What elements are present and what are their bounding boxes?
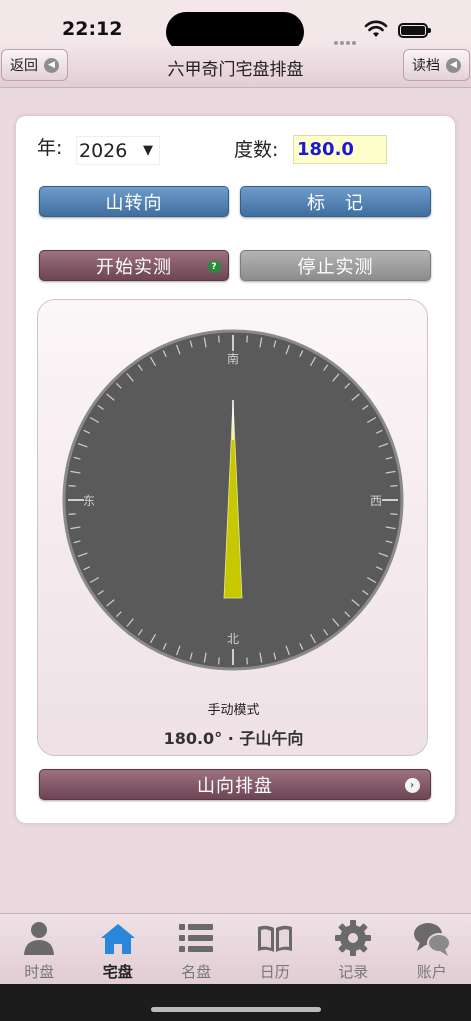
tab-label: 名盘 <box>181 963 212 981</box>
tab-account[interactable]: 账户 <box>393 914 471 984</box>
list-icon <box>179 924 214 952</box>
chevron-right-icon: › <box>405 778 420 793</box>
compass-tick <box>218 657 220 665</box>
tab-records[interactable]: 记录 <box>314 914 393 984</box>
dir-south: 南 <box>227 351 239 366</box>
tab-name-chart[interactable]: 名盘 <box>157 914 236 984</box>
dir-west: 西 <box>370 494 382 508</box>
page-title: 六甲奇门宅盘排盘 <box>167 60 304 80</box>
compass-tick <box>218 335 220 343</box>
mark-button[interactable]: 标 记 <box>240 186 431 217</box>
nav-bar: 返回 ◀ 六甲奇门宅盘排盘 读档 ◀ <box>0 46 471 88</box>
help-icon[interactable]: ? <box>208 260 221 273</box>
wifi-icon <box>364 20 388 37</box>
gear-icon <box>335 920 372 956</box>
degree-input[interactable]: 180.0 <box>293 135 387 164</box>
tab-house-chart[interactable]: 宅盘 <box>79 914 158 984</box>
arrange-chart-label: 山向排盘 <box>197 775 273 797</box>
home-indicator[interactable] <box>151 1007 321 1012</box>
degree-label: 度数: <box>234 139 279 161</box>
compass-tick <box>390 485 398 487</box>
tab-time-chart[interactable]: 时盘 <box>0 914 79 984</box>
start-measure-label: 开始实测 <box>96 256 172 278</box>
reading-text: 180.0° · 子山午向 <box>163 729 304 748</box>
main-card: 年: 2026 ▼ 度数: 180.0 山转向 标 记 开始实测 ? 停止实测 … <box>16 116 455 823</box>
load-file-label: 读档 <box>412 58 440 74</box>
status-bar: 22:12 <box>0 0 471 52</box>
person-icon <box>24 922 55 955</box>
compass-tick <box>68 513 76 515</box>
dir-east: 东 <box>83 494 95 508</box>
battery-icon <box>398 23 431 38</box>
tab-label: 日历 <box>259 963 290 981</box>
house-icon <box>100 924 135 954</box>
load-file-button[interactable]: 读档 ◀ <box>403 49 470 81</box>
status-time: 22:12 <box>62 18 123 40</box>
turn-mountain-button[interactable]: 山转向 <box>39 186 229 217</box>
tab-label: 记录 <box>338 963 369 981</box>
book-icon <box>257 925 292 952</box>
compass-tick <box>390 513 398 515</box>
year-label: 年: <box>37 137 63 159</box>
load-arrow-icon: ◀ <box>446 57 461 73</box>
chat-icon <box>413 923 451 956</box>
year-value: 2026 <box>79 139 128 162</box>
compass-dial: 南 北 东 西 <box>62 329 404 671</box>
compass-panel: 南 北 东 西 手动模式 180.0° · 子山午向 <box>37 299 428 756</box>
stop-measure-button[interactable]: 停止实测 <box>240 250 431 281</box>
year-select[interactable]: 2026 ▼ <box>76 136 160 165</box>
tab-bar: 时盘 宅盘 名盘 日历 记录 账户 <box>0 913 471 984</box>
compass-tick <box>68 485 76 487</box>
dir-north: 北 <box>227 632 239 646</box>
mode-text: 手动模式 <box>207 703 260 718</box>
tab-label: 宅盘 <box>102 963 133 981</box>
tab-label: 账户 <box>416 963 447 981</box>
start-measure-button[interactable]: 开始实测 ? <box>39 250 229 281</box>
arrange-chart-button[interactable]: 山向排盘 › <box>39 769 431 800</box>
home-indicator-area <box>0 984 471 1021</box>
tab-label: 时盘 <box>24 963 55 981</box>
compass-tick <box>246 335 248 343</box>
compass-tick <box>246 657 248 665</box>
tab-calendar[interactable]: 日历 <box>236 914 315 984</box>
dropdown-arrow-icon: ▼ <box>143 143 153 158</box>
